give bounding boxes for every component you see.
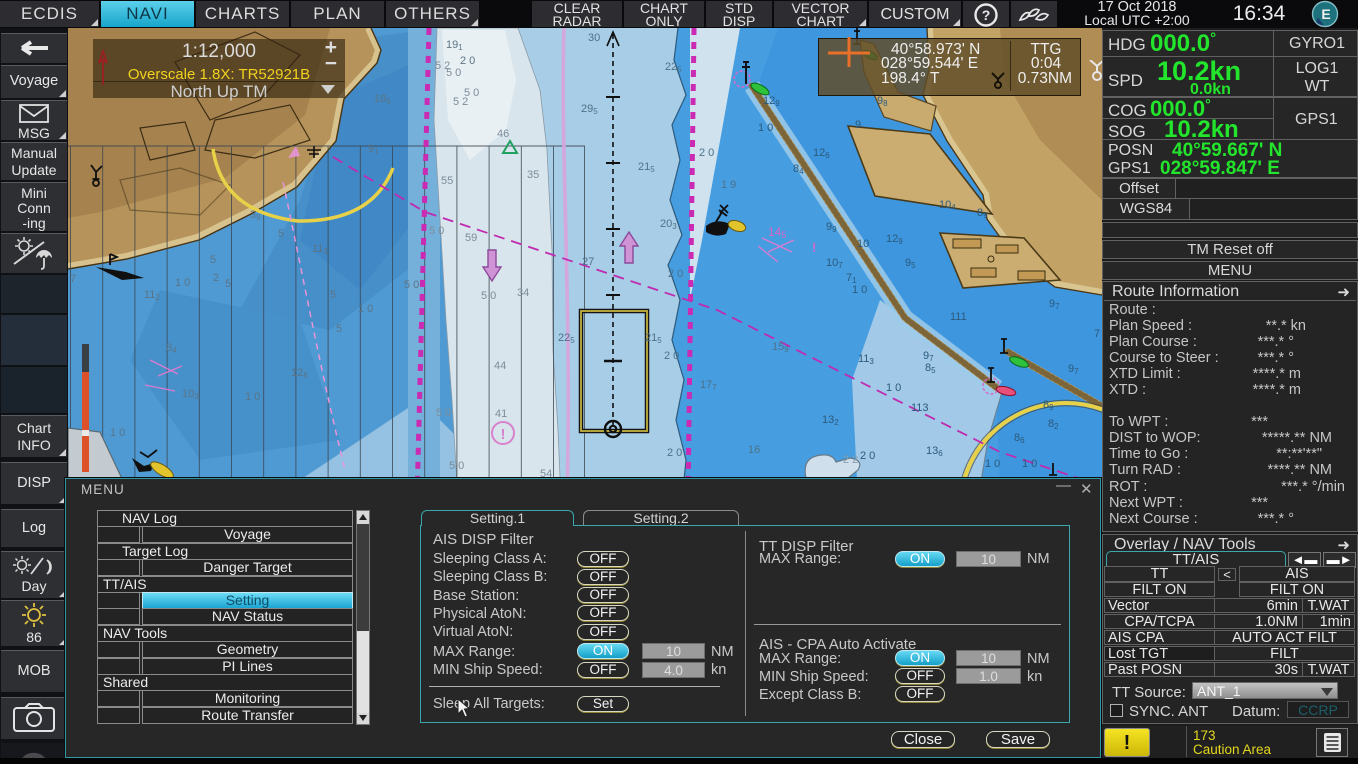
svg-text:5 2: 5 2 [453, 96, 468, 108]
svg-text:5 0: 5 0 [481, 290, 496, 302]
svg-text:2 0: 2 0 [460, 55, 475, 67]
svg-text:2 0: 2 0 [668, 268, 683, 280]
svg-text:55: 55 [441, 175, 453, 187]
svg-text:30: 30 [588, 32, 600, 44]
svg-text:5 0: 5 0 [449, 460, 464, 472]
svg-text:1 0: 1 0 [985, 458, 1000, 470]
svg-text:34: 34 [517, 287, 529, 299]
svg-text:5 0: 5 0 [446, 67, 461, 79]
svg-text:9: 9 [855, 119, 861, 131]
svg-text:1 0: 1 0 [758, 122, 773, 134]
svg-text:1 0: 1 0 [110, 427, 125, 439]
svg-text:1 0: 1 0 [1022, 458, 1037, 470]
svg-text:46: 46 [497, 128, 509, 140]
svg-text:2 0: 2 0 [699, 147, 714, 159]
svg-text:16: 16 [748, 444, 760, 456]
svg-text:5 0: 5 0 [404, 279, 419, 291]
svg-text:10: 10 [857, 238, 869, 250]
svg-text:2 0: 2 0 [860, 450, 875, 462]
svg-text:5 0: 5 0 [429, 225, 444, 237]
svg-text:41: 41 [495, 408, 507, 420]
svg-text:111: 111 [950, 311, 967, 323]
svg-text:1 9: 1 9 [721, 179, 736, 191]
svg-text:113: 113 [911, 402, 929, 414]
svg-text:1 0: 1 0 [886, 382, 901, 394]
svg-text:44: 44 [494, 360, 506, 372]
svg-text:?: ? [982, 7, 991, 23]
svg-text:2 2: 2 2 [843, 454, 858, 466]
svg-text:5: 5 [336, 323, 342, 335]
svg-text:35: 35 [527, 169, 539, 181]
svg-text:1 0: 1 0 [852, 284, 867, 296]
svg-text:5 0: 5 0 [436, 407, 451, 419]
svg-text:1 0: 1 0 [245, 391, 260, 403]
svg-text:7: 7 [70, 273, 76, 285]
svg-text:2 0: 2 0 [664, 350, 679, 362]
svg-text:5: 5 [330, 289, 336, 301]
svg-text:1 0: 1 0 [358, 303, 373, 315]
svg-text:7: 7 [1094, 328, 1100, 340]
svg-text:!: ! [501, 426, 506, 443]
svg-text:2 0: 2 0 [667, 447, 682, 459]
svg-text:2: 2 [213, 272, 219, 284]
svg-text:E: E [1321, 6, 1330, 22]
svg-text:!: ! [812, 240, 816, 255]
svg-text:5: 5 [278, 228, 284, 240]
svg-text:5: 5 [225, 278, 231, 290]
svg-text:1 0: 1 0 [175, 277, 190, 289]
svg-text:5: 5 [210, 254, 216, 266]
svg-text:59: 59 [465, 232, 477, 244]
svg-text:27: 27 [582, 256, 594, 268]
